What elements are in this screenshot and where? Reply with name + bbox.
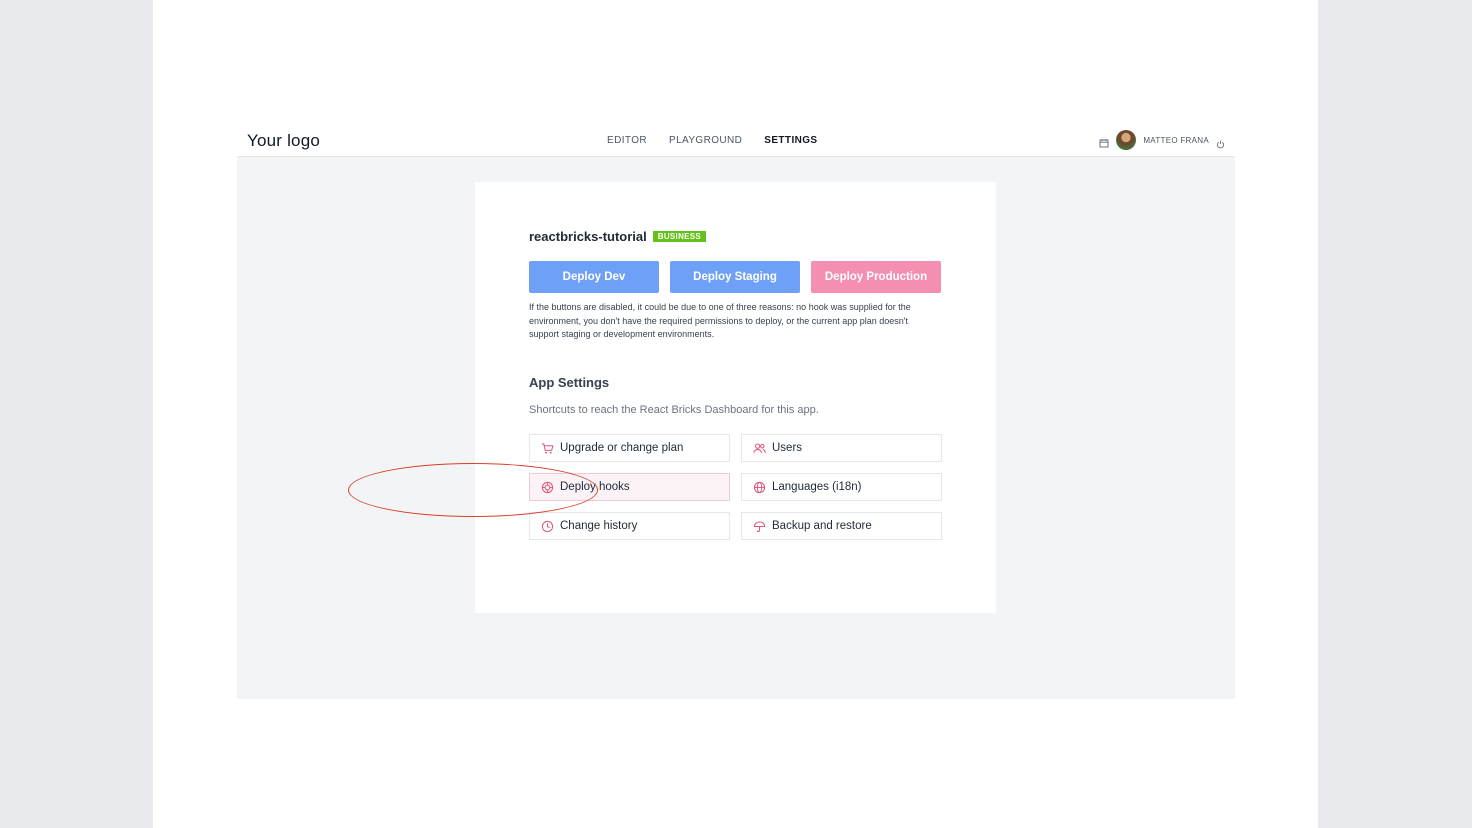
app-settings-title: App Settings	[529, 375, 610, 390]
shortcut-label: Users	[772, 442, 803, 454]
settings-card: reactbricks-tutorial BUSINESS Deploy Dev…	[475, 182, 996, 613]
nav-playground[interactable]: PLAYGROUND	[669, 135, 742, 146]
shortcut-upgrade-plan[interactable]: Upgrade or change plan	[529, 434, 730, 462]
cart-icon	[541, 442, 554, 454]
shortcut-grid: Upgrade or change plan Users Deploy hook…	[529, 434, 942, 540]
logo[interactable]: Your logo	[247, 131, 320, 151]
deploy-staging-button[interactable]: Deploy Staging	[670, 261, 800, 293]
avatar[interactable]	[1116, 130, 1137, 150]
shortcut-label: Change history	[560, 520, 638, 532]
deploy-dev-button[interactable]: Deploy Dev	[529, 261, 659, 293]
nav-editor[interactable]: EDITOR	[607, 135, 647, 146]
umbrella-icon	[753, 520, 766, 532]
app-window: Your logo EDITOR PLAYGROUND SETTINGS MAT…	[237, 122, 1235, 699]
clock-icon	[541, 520, 554, 532]
top-bar: Your logo EDITOR PLAYGROUND SETTINGS MAT…	[237, 122, 1235, 157]
calendar-icon[interactable]	[1099, 135, 1109, 148]
deploy-buttons: Deploy Dev Deploy Staging Deploy Product…	[529, 261, 941, 293]
shortcut-label: Backup and restore	[772, 520, 872, 532]
shortcut-deploy-hooks[interactable]: Deploy hooks	[529, 473, 730, 501]
shortcut-change-history[interactable]: Change history	[529, 512, 730, 540]
shortcut-label: Deploy hooks	[560, 481, 630, 493]
logout-icon[interactable]	[1216, 136, 1225, 148]
project-header: reactbricks-tutorial BUSINESS	[529, 229, 707, 244]
project-name: reactbricks-tutorial	[529, 229, 647, 244]
deploy-note: If the buttons are disabled, it could be…	[529, 302, 911, 339]
nav-settings[interactable]: SETTINGS	[764, 135, 817, 146]
app-settings-subtitle: Shortcuts to reach the React Bricks Dash…	[529, 404, 819, 416]
slide-canvas: Your logo EDITOR PLAYGROUND SETTINGS MAT…	[153, 0, 1318, 828]
users-icon	[753, 443, 766, 453]
shortcut-label: Upgrade or change plan	[560, 442, 684, 454]
user-area: MATTEO FRANA	[1099, 130, 1225, 150]
shortcut-languages[interactable]: Languages (i18n)	[741, 473, 942, 501]
shortcut-backup-restore[interactable]: Backup and restore	[741, 512, 942, 540]
hook-icon	[541, 481, 554, 493]
user-name: MATTEO FRANA	[1143, 135, 1209, 145]
plan-badge: BUSINESS	[652, 231, 707, 242]
deploy-production-button[interactable]: Deploy Production	[811, 261, 941, 293]
main-nav: EDITOR PLAYGROUND SETTINGS	[607, 135, 818, 146]
shortcut-users[interactable]: Users	[741, 434, 942, 462]
globe-icon	[753, 481, 766, 493]
shortcut-label: Languages (i18n)	[772, 481, 862, 493]
